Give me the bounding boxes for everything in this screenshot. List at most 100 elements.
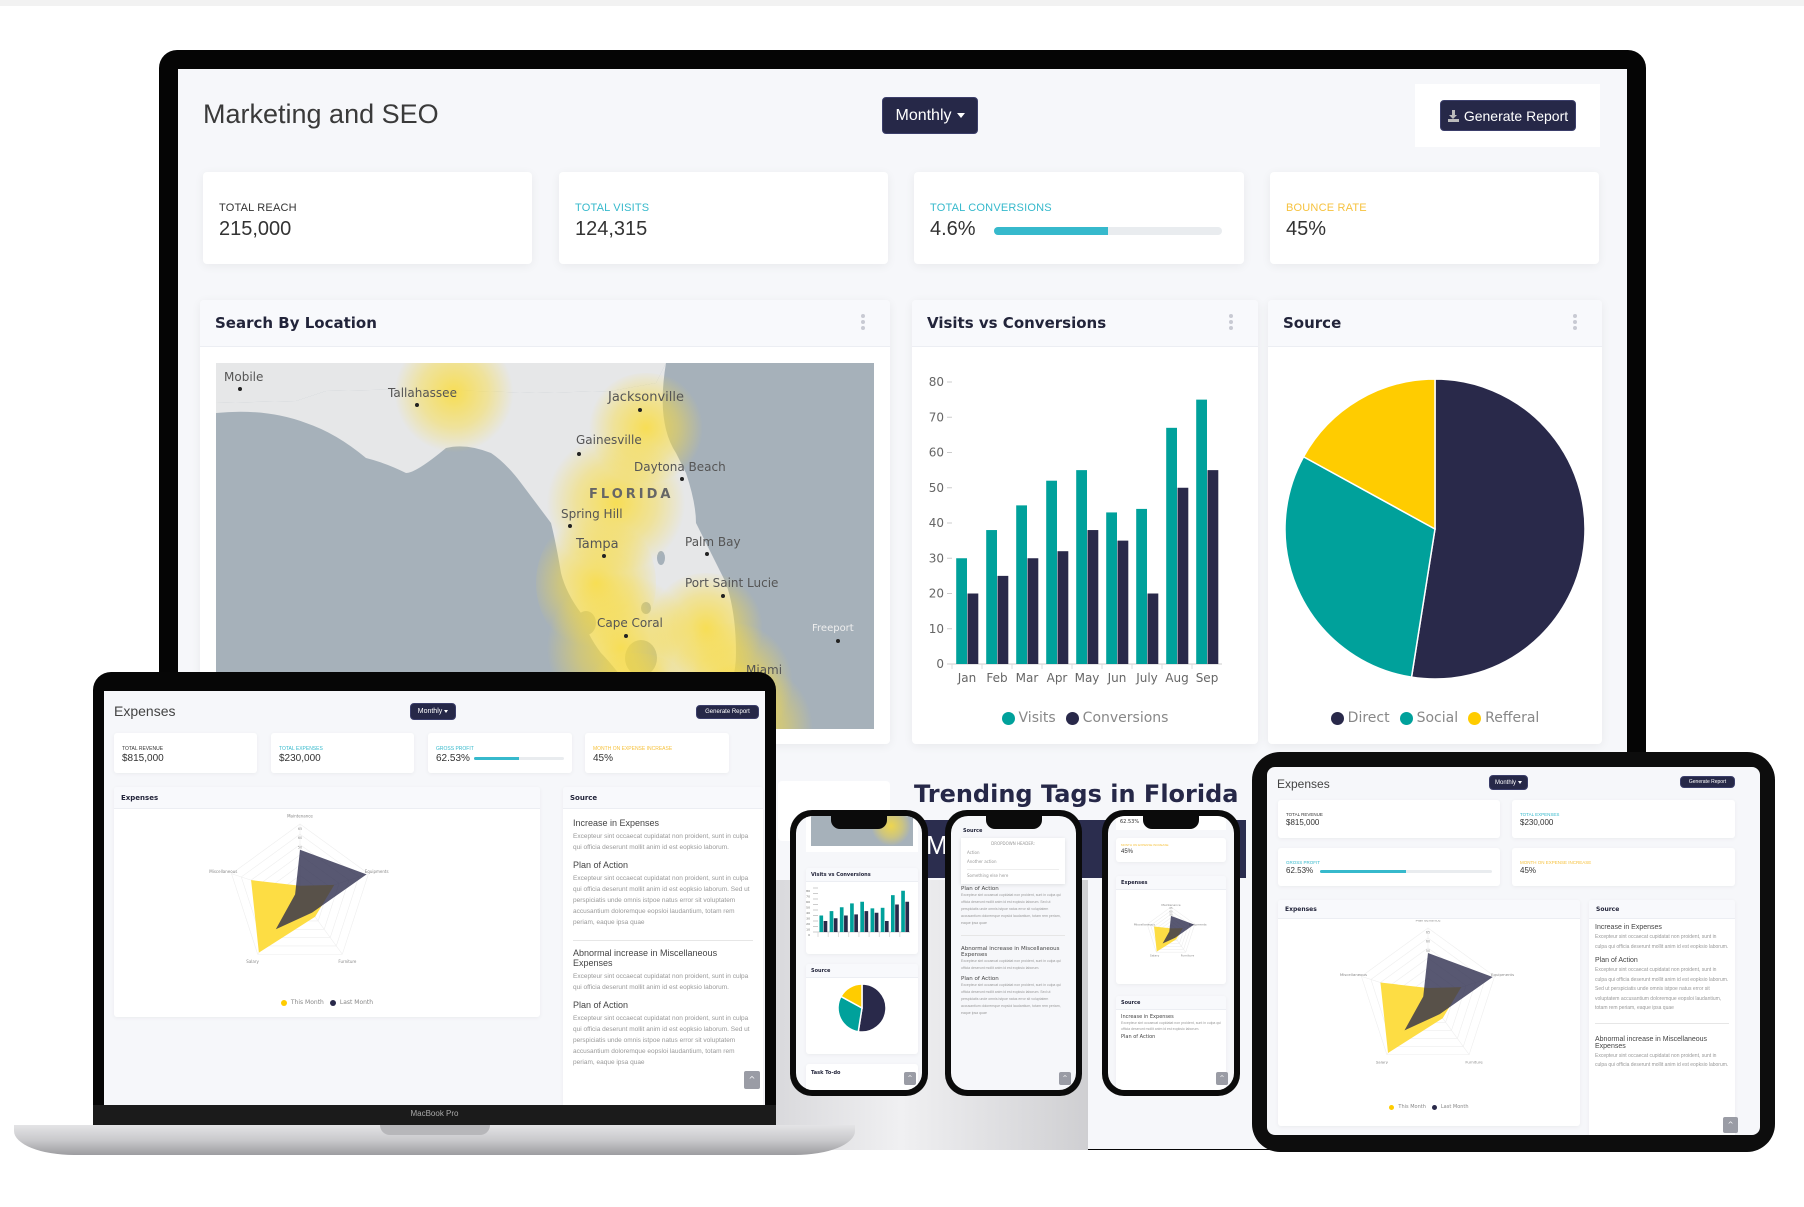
legend-label: Visits — [1018, 710, 1056, 726]
section-heading: Plan of Action — [573, 1000, 629, 1010]
stat-label: GROSS PROFIT — [1286, 860, 1321, 865]
stat-card-gross-profit: GROSS PROFIT 62.53% — [428, 733, 572, 773]
bar-visits-jun — [870, 908, 875, 932]
kebab-menu-icon[interactable] — [1573, 314, 1577, 330]
generate-report-button[interactable]: Generate Report — [1680, 776, 1735, 788]
legend-label: Conversions — [1082, 710, 1169, 726]
kebab-menu-icon[interactable] — [861, 314, 865, 330]
mini-radar-chart: MaintenanceEquipmentsFurnitureSalaryMisc… — [1134, 903, 1207, 958]
bar-conversions-mar — [1027, 558, 1039, 664]
y-tick-label: 10 — [929, 622, 944, 636]
panel-header: Expenses — [114, 787, 540, 809]
period-dropdown-button[interactable]: Monthly — [882, 97, 978, 134]
scroll-to-top-button[interactable]: ^ — [1723, 1117, 1738, 1133]
section-body: Excepteur sint occaecat cupidatat non pr… — [1595, 1052, 1729, 1069]
radar-tick-label: 65 — [298, 827, 303, 831]
stat-card-month-on-expense: MONTH ON EXPENSE INCREASE 45% — [1512, 848, 1735, 886]
city-label: Tallahassee — [388, 386, 457, 400]
legend-swatch — [1399, 711, 1413, 725]
phone-1: Visits vs Conversions 01020304050607080J… — [790, 810, 928, 1096]
stat-value: $815,000 — [1286, 818, 1320, 827]
source-text-body: Increase in Expenses Excepteur sint occa… — [563, 809, 763, 1070]
section-heading: Increase in Expenses — [573, 818, 660, 828]
y-tick-label: 30 — [929, 551, 944, 565]
city-label: Tampa — [576, 537, 619, 552]
radar-tick-label: 50 — [1426, 949, 1430, 953]
panel-title: Source — [570, 794, 598, 802]
bar-visits-feb — [986, 530, 997, 664]
stat-card-total-revenue: TOTAL REVENUE $815,000 — [1278, 800, 1500, 838]
scroll-to-top-button[interactable]: ^ — [1216, 1072, 1228, 1085]
radar-chart: Maintenance Equipments Furniture Salary Misc… — [209, 813, 388, 964]
legend-item-this-month[interactable]: This Month — [1389, 1104, 1426, 1110]
expenses-radar-panel: Expenses Maintenance Equipments Furniture S… — [1278, 900, 1580, 1126]
panel-title: Search By Location — [215, 314, 377, 332]
legend-label: Direct — [1347, 710, 1390, 726]
bar-conversions-july — [1147, 593, 1159, 664]
legend-swatch — [329, 999, 336, 1006]
scroll-to-top-button[interactable]: ^ — [744, 1071, 760, 1089]
source-panel: Source Direct Social Refferal — [1268, 300, 1602, 744]
legend-item-conversions[interactable]: Conversions — [1065, 710, 1169, 726]
legend-item-last-month[interactable]: Last Month — [329, 999, 373, 1006]
legend-item-this-month[interactable]: This Month — [280, 999, 324, 1006]
legend-item-visits[interactable]: Visits — [1001, 710, 1056, 726]
city-dot — [577, 452, 581, 456]
scroll-to-top-button[interactable]: ^ — [904, 1072, 916, 1085]
legend-item-refferal[interactable]: Refferal — [1468, 710, 1539, 726]
stat-card-month-on-expense: MONTH ON EXPENSE INCREASE 45% — [585, 733, 729, 773]
dropdown-item[interactable]: Action — [967, 850, 1059, 855]
radar-axis-label: Equipments — [1491, 972, 1514, 977]
period-dropdown-button[interactable]: Monthly — [1489, 775, 1528, 790]
section-heading: Increase in Expenses — [1595, 924, 1662, 931]
bar-conversions-july — [884, 921, 889, 932]
phone-screen: Source DROPDOWN HEADER: Action Another a… — [951, 816, 1076, 1090]
generate-report-button[interactable]: Generate Report — [696, 705, 759, 719]
city-dot — [638, 408, 642, 412]
panel-title: Source — [1283, 314, 1342, 332]
bar-conversions-apr — [854, 914, 858, 932]
generate-report-button[interactable]: Generate Report — [1440, 100, 1576, 131]
section-heading: Plan of Action — [1595, 957, 1638, 964]
gross-profit-progress-bar — [474, 757, 564, 760]
legend-item-social[interactable]: Social — [1399, 710, 1458, 726]
stat-value: $815,000 — [122, 753, 164, 764]
radar-axis-label: Miscellaneous — [1134, 922, 1155, 926]
phone-task-panel: Task To-do — [806, 1064, 918, 1090]
section-heading: Plan of Action — [573, 860, 629, 870]
radar-chart: Maintenance Equipments Furniture Salary Misc… — [1340, 920, 1514, 1064]
stat-value: 45% — [593, 753, 614, 764]
dropdown-menu: DROPDOWN HEADER: Action Another action S… — [961, 838, 1065, 884]
x-tick-label: Jun — [1107, 671, 1127, 685]
bar-visits-may — [1076, 470, 1087, 664]
kebab-menu-icon[interactable] — [1229, 314, 1233, 330]
city-dot — [624, 634, 628, 638]
caret-down-icon — [956, 113, 965, 118]
city-label: Mobile — [224, 370, 264, 384]
panel-header: Source — [563, 787, 763, 809]
panel-header: Source — [1116, 996, 1226, 1010]
radar-tick-label: 50 — [298, 845, 303, 849]
stat-label: TOTAL EXPENSES — [279, 746, 323, 752]
legend-item-direct[interactable]: Direct — [1330, 710, 1390, 726]
stat-label: MONTH ON EXPENSE INCREASE — [1121, 843, 1169, 847]
bar-visits-sep — [1196, 399, 1207, 664]
bar-visits-jun — [1106, 512, 1117, 664]
period-label: Monthly — [1494, 779, 1516, 786]
panel-title: Expenses — [121, 794, 159, 802]
expenses-title: Expenses — [1277, 777, 1330, 791]
stat-value: 4.6% — [930, 218, 976, 240]
y-tick-label: 80 — [929, 375, 944, 389]
generate-report-wrap: Generate Report — [1415, 84, 1600, 147]
dropdown-item[interactable]: Another action — [967, 859, 1059, 864]
scroll-to-top-button[interactable]: ^ — [1059, 1072, 1071, 1085]
mini-pie-chart — [837, 983, 887, 1033]
panel-header: Visits vs Conversions — [806, 868, 918, 882]
stat-card-total-expenses: TOTAL EXPENSES $230,000 — [1512, 800, 1735, 838]
legend-item-last-month[interactable]: Last Month — [1431, 1104, 1469, 1110]
phone-screen: 62.53% MONTH ON EXPENSE INCREASE 45% Exp… — [1108, 816, 1234, 1090]
dropdown-item[interactable]: Something else here — [967, 869, 1059, 878]
period-dropdown-button[interactable]: Monthly — [410, 703, 456, 720]
panel-header: Source — [1268, 300, 1602, 347]
stat-label: TOTAL REVENUE — [1286, 812, 1323, 817]
